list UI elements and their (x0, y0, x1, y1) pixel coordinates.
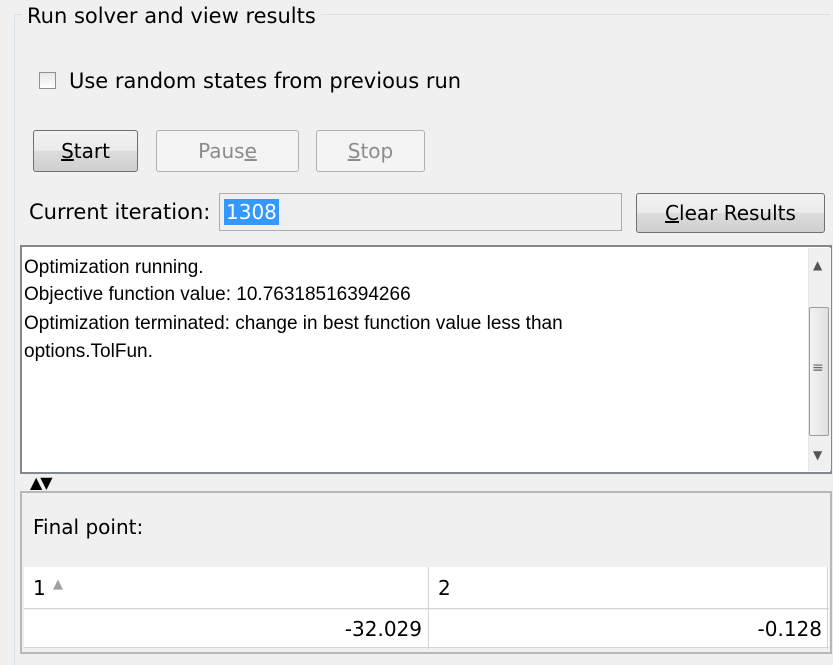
stop-button[interactable]: Stop (316, 130, 425, 172)
final-point-value-2[interactable]: -0.128 (700, 616, 822, 642)
scroll-down-icon[interactable]: ▼ (813, 448, 822, 462)
use-random-states-checkbox[interactable] (39, 72, 56, 89)
sort-ascending-icon[interactable]: ▲ (53, 577, 63, 592)
table-header (24, 567, 829, 609)
output-line: options.TolFun. (24, 341, 153, 362)
output-line: Optimization terminated: change in best … (24, 313, 563, 334)
column-header-1[interactable]: 1 (33, 575, 46, 601)
use-random-states-label[interactable]: Use random states from previous run (69, 68, 461, 94)
column-header-2[interactable]: 2 (438, 575, 451, 601)
clear-results-button[interactable]: Clear Results (636, 193, 825, 233)
scroll-grip-icon: ≡ (812, 360, 824, 376)
start-button[interactable]: Start (33, 130, 138, 172)
current-iteration-label: Current iteration: (29, 200, 211, 224)
final-point-value-1[interactable]: -32.029 (300, 616, 422, 642)
current-iteration-value: 1308 (224, 199, 279, 225)
column-separator (428, 567, 429, 649)
final-point-label: Final point: (33, 515, 144, 539)
pause-button[interactable]: Paus e (156, 130, 299, 172)
current-iteration-field[interactable]: 1308 (219, 193, 622, 231)
output-line: Objective function value: 10.76318516394… (24, 284, 411, 305)
splitter-arrows-icon[interactable]: ▲▼ (30, 475, 53, 491)
scroll-up-icon[interactable]: ▲ (813, 258, 822, 272)
output-line: Optimization running. (24, 257, 204, 278)
group-title: Run solver and view results (22, 3, 321, 29)
column-separator (827, 567, 828, 649)
